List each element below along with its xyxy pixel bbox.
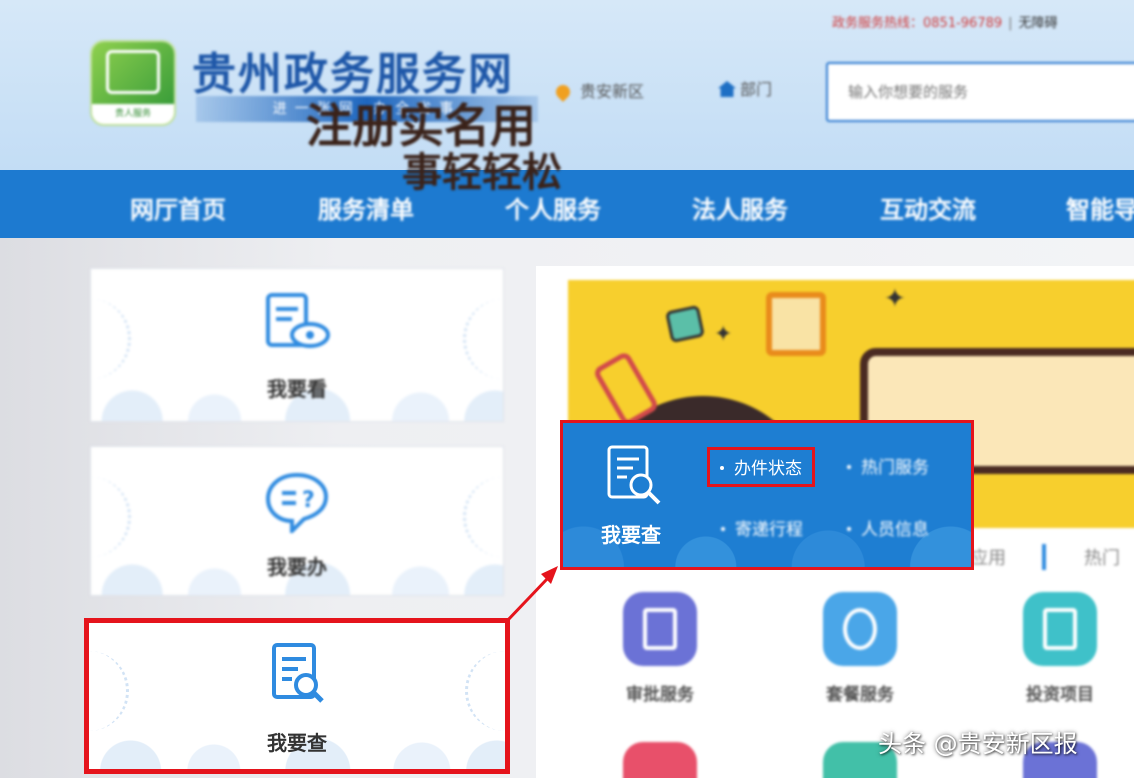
watermark: 头条 @贵安新区报 (878, 730, 1078, 758)
link-hot-services-label: 热门服务 (861, 458, 929, 478)
hotline-text: 政务服务热线：0851-96789 (832, 16, 1003, 31)
sparkle-icon: ✦ (884, 284, 906, 314)
link-case-status-label: 办件状态 (734, 459, 802, 479)
card-view[interactable]: 我要看 (90, 268, 504, 422)
logo-mark-icon (106, 50, 160, 94)
query-menu-title: 我要查 (601, 523, 661, 547)
document-eye-icon (266, 293, 330, 348)
search-input[interactable] (828, 64, 1134, 120)
card-view-label: 我要看 (267, 377, 327, 401)
service-tabs: 应用 热门 (970, 544, 1120, 570)
link-person-info-label: 人员信息 (861, 520, 929, 540)
card-handle-label: 我要办 (267, 555, 327, 579)
tablet-illustration-icon (766, 292, 826, 356)
hotline-bar: 政务服务热线：0851-96789 | 无障碍 (832, 16, 1058, 31)
search-box (826, 62, 1134, 122)
site-header: 政务服务热线：0851-96789 | 无障碍 贵人服务 贵州政务服务网 进一张网 … (0, 0, 1134, 170)
sparkle-icon: ✦ (714, 322, 733, 347)
folder-icon (1023, 592, 1097, 666)
department-label: 部门 (740, 80, 773, 99)
logo-caption: 贵人服务 (114, 109, 151, 119)
link-mail-itinerary-label: 寄递行程 (735, 520, 803, 540)
nav-item-service-list[interactable]: 服务清单 (318, 190, 414, 225)
link-hot-services[interactable]: 热门服务 (847, 453, 929, 478)
service-package[interactable]: 套餐服务 (800, 592, 920, 705)
card-handle[interactable]: ? 我要办 (90, 446, 504, 596)
service-investment-label: 投资项目 (1026, 685, 1094, 705)
service-investment[interactable]: 投资项目 (1000, 592, 1120, 705)
service-package-label: 套餐服务 (826, 685, 894, 705)
link-mail-itinerary[interactable]: 寄递行程 (721, 515, 803, 540)
main-nav: 网厅首页 服务清单 个人服务 法人服务 互动交流 智能导 (0, 170, 1134, 238)
tab-hot[interactable]: 热门 (1084, 548, 1120, 569)
nav-item-legal-person[interactable]: 法人服务 (692, 190, 788, 225)
camera-illustration-icon (665, 304, 705, 344)
nav-item-smart-guide[interactable]: 智能导 (1066, 190, 1134, 225)
site-logo[interactable]: 贵人服务 (90, 40, 176, 126)
tab-divider (1042, 544, 1046, 570)
service-approval[interactable]: 审批服务 (600, 592, 720, 705)
heart-icon (823, 592, 897, 666)
query-hover-menu: 我要查 办件状态 热门服务 寄递行程 人员信息 (560, 420, 974, 570)
link-case-status[interactable]: 办件状态 (707, 447, 815, 487)
highlight-frame (84, 618, 510, 774)
home-icon (718, 81, 736, 97)
tab-apps[interactable]: 应用 (970, 548, 1006, 569)
link-person-info[interactable]: 人员信息 (847, 515, 929, 540)
service-icon-partial[interactable] (623, 742, 697, 778)
document-search-icon (607, 445, 661, 505)
service-approval-label: 审批服务 (626, 685, 694, 705)
location-label: 贵安新区 (580, 82, 645, 101)
accessibility-link[interactable]: 无障碍 (1019, 16, 1058, 31)
chat-question-icon: ? (265, 472, 329, 533)
department-link[interactable]: 部门 (718, 76, 772, 100)
svg-text:?: ? (302, 488, 315, 513)
location-pin-icon (553, 82, 573, 102)
location-selector[interactable]: 贵安新区 (553, 78, 645, 102)
approval-document-icon (623, 592, 697, 666)
nav-item-interaction[interactable]: 互动交流 (880, 190, 976, 225)
nav-item-home[interactable]: 网厅首页 (130, 190, 226, 225)
banner-title-line2: 事轻轻松 (402, 149, 562, 196)
